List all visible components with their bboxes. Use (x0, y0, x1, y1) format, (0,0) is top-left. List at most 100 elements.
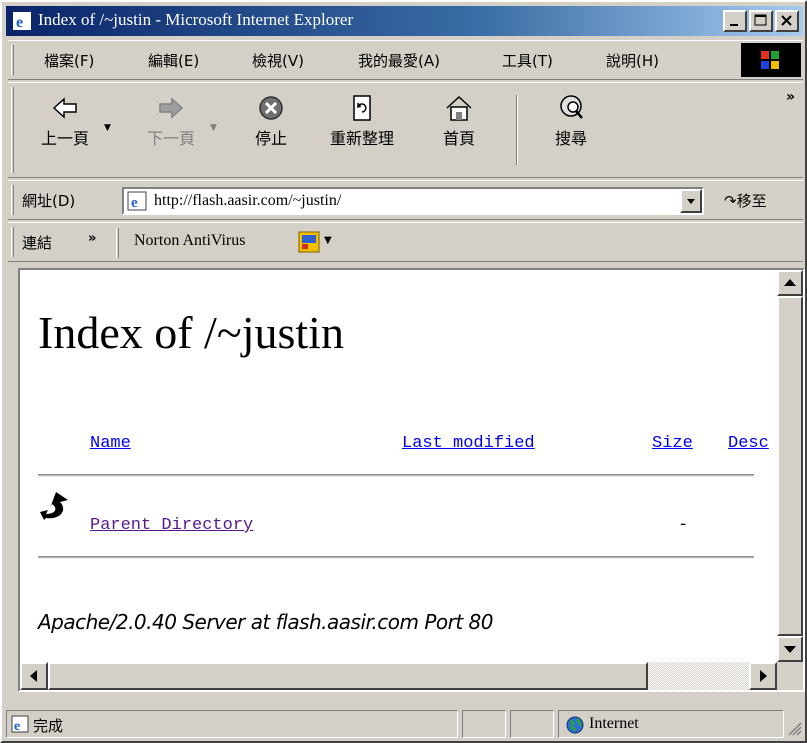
vertical-scroll-thumb[interactable] (777, 296, 803, 636)
search-label: 搜尋 (554, 129, 587, 148)
refresh-button[interactable]: 重新整理 (312, 93, 412, 169)
globe-icon (566, 716, 584, 734)
status-pane-blank (462, 710, 506, 738)
forward-arrow-icon (159, 97, 184, 119)
maximize-button[interactable] (749, 10, 773, 32)
address-label: 網址(D) (22, 192, 76, 210)
go-arrow-icon: ↷ (724, 192, 737, 210)
refresh-icon (353, 95, 371, 121)
chevron-right-icon (760, 670, 767, 682)
home-button[interactable]: 首頁 (424, 93, 494, 169)
svg-text:e: e (16, 14, 23, 31)
menu-view[interactable]: 檢視(V) (252, 50, 304, 71)
status-pane: e 完成 (6, 710, 458, 738)
links-grip[interactable] (11, 227, 14, 257)
column-size[interactable]: Size (652, 434, 693, 453)
page-icon: e (127, 191, 147, 211)
menu-bar: 檔案(F) 編輯(E) 檢視(V) 我的最愛(A) 工具(T) 說明(H) (8, 40, 803, 80)
vertical-scrollbar[interactable] (777, 270, 803, 662)
toolbar-grip[interactable] (11, 87, 14, 173)
stop-label: 停止 (254, 129, 287, 148)
horizontal-scrollbar[interactable] (20, 662, 777, 690)
back-button[interactable]: 上一頁 (30, 93, 100, 169)
chevron-down-icon (687, 199, 695, 204)
address-grip[interactable] (11, 185, 14, 215)
search-icon (560, 95, 583, 119)
toolbar-more-chevron[interactable]: » (786, 89, 795, 105)
stop-button[interactable]: 停止 (236, 93, 306, 169)
norton-icon[interactable] (298, 231, 320, 253)
ie-logo-icon: e (13, 12, 31, 31)
scroll-left-button[interactable] (20, 662, 48, 690)
norton-dropdown-icon[interactable]: ▼ (324, 235, 332, 246)
svg-text:e: e (14, 719, 20, 733)
address-url: http://flash.aasir.com/~justin/ (154, 192, 342, 209)
refresh-label: 重新整理 (329, 129, 394, 148)
chevron-left-icon (30, 670, 37, 682)
back-arrow-icon (52, 97, 77, 119)
svg-text:e: e (131, 195, 138, 211)
home-icon (446, 95, 472, 121)
address-input[interactable]: e http://flash.aasir.com/~justin/ (122, 187, 704, 215)
windows-logo-icon (741, 43, 801, 77)
status-bar: e 完成 Internet (6, 696, 805, 740)
home-label: 首頁 (442, 129, 475, 148)
scroll-down-button[interactable] (777, 636, 803, 662)
parent-directory-back-icon (40, 492, 68, 520)
scrollbar-corner (777, 662, 803, 690)
column-last-modified[interactable]: Last modified (402, 434, 535, 453)
menu-edit[interactable]: 編輯(E) (148, 50, 199, 71)
scroll-right-button[interactable] (749, 662, 777, 690)
chevron-up-icon (784, 279, 796, 286)
menu-file[interactable]: 檔案(F) (44, 50, 94, 71)
maximize-icon (754, 14, 767, 26)
menu-help[interactable]: 說明(H) (606, 50, 659, 71)
back-label: 上一頁 (40, 129, 89, 148)
server-signature: Apache/2.0.40 Server at flash.aasir.com … (38, 610, 494, 634)
forward-dropdown-icon[interactable]: ▼ (210, 123, 217, 133)
security-zone-text: Internet (589, 715, 639, 732)
norton-antivirus-label[interactable]: Norton AntiVirus (134, 232, 245, 250)
close-icon (781, 15, 792, 26)
status-pane-blank (510, 710, 554, 738)
links-label: 連結 (22, 234, 53, 252)
page-heading: Index of /~justin (38, 307, 344, 358)
page-done-icon: e (11, 715, 29, 733)
column-name[interactable]: Name (90, 434, 131, 453)
forward-button[interactable]: 下一頁 (136, 93, 206, 169)
go-button[interactable]: ↷移至 (724, 190, 767, 211)
security-zone-pane[interactable]: Internet (558, 710, 784, 738)
page-viewport: Index of /~justin Name Last modified Siz… (18, 268, 805, 692)
standard-toolbar: 上一頁 ▼ 下一頁 ▼ 停止 重新整理 首頁 搜尋 » (8, 82, 803, 178)
address-bar: 網址(D) e http://flash.aasir.com/~justin/ … (8, 180, 803, 220)
horizontal-scroll-thumb[interactable] (48, 662, 648, 690)
horizontal-rule (38, 556, 754, 559)
menu-favorites[interactable]: 我的最愛(A) (358, 50, 440, 71)
toolbar-separator (516, 95, 518, 165)
parent-directory-size: - (678, 516, 689, 535)
links-bar: 連結 » Norton AntiVirus ▼ (8, 222, 803, 262)
status-text: 完成 (33, 717, 64, 735)
resize-grip-icon[interactable] (786, 720, 802, 736)
search-button[interactable]: 搜尋 (536, 93, 606, 169)
address-dropdown-button[interactable] (680, 189, 702, 213)
menu-grip[interactable] (11, 45, 14, 75)
stop-icon (259, 96, 283, 120)
minimize-icon (730, 24, 738, 26)
links-separator (116, 228, 119, 258)
chevron-down-icon (784, 646, 796, 653)
parent-directory-link[interactable]: Parent Directory (90, 516, 253, 535)
column-description[interactable]: Desc (728, 434, 769, 453)
minimize-button[interactable] (723, 10, 747, 32)
go-label: 移至 (736, 192, 767, 210)
horizontal-rule (38, 474, 754, 477)
back-dropdown-icon[interactable]: ▼ (104, 123, 111, 133)
page-content: Index of /~justin Name Last modified Siz… (20, 270, 777, 662)
links-chevron[interactable]: » (88, 231, 96, 246)
window-title: Index of /~justin - Microsoft Internet E… (38, 10, 354, 29)
close-button[interactable] (775, 10, 799, 32)
menu-tools[interactable]: 工具(T) (502, 50, 553, 71)
title-bar[interactable]: e Index of /~justin - Microsoft Internet… (6, 6, 803, 36)
scroll-up-button[interactable] (777, 270, 803, 296)
forward-label: 下一頁 (146, 129, 195, 148)
